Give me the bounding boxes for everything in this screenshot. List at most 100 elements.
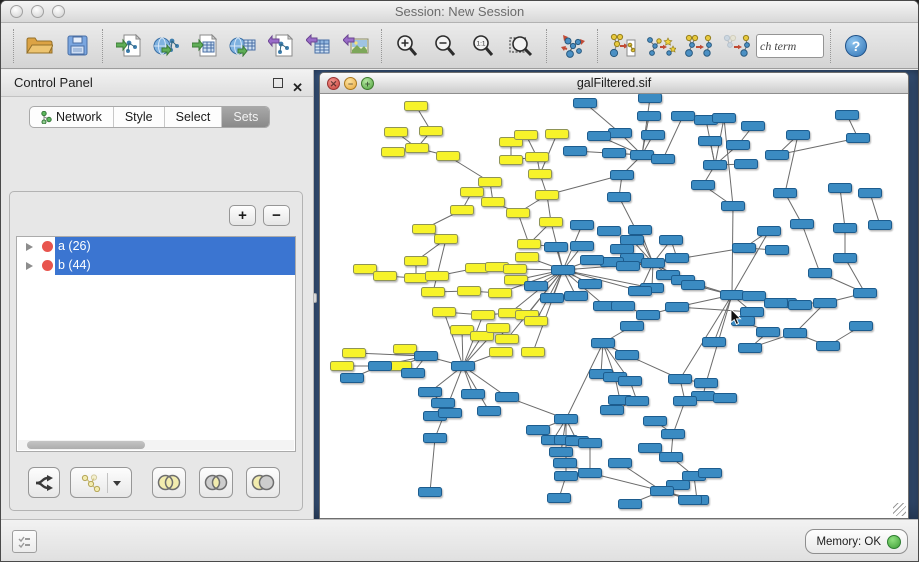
intersect-sets-button[interactable]	[199, 467, 233, 498]
network-node-blue[interactable]	[541, 294, 564, 303]
network-node-blue[interactable]	[579, 469, 602, 478]
tab-network[interactable]: Network	[30, 107, 114, 127]
network-node-blue[interactable]	[679, 496, 702, 505]
network-canvas-svg[interactable]	[320, 94, 908, 518]
expand-arrow-icon[interactable]	[26, 243, 33, 251]
dropdown-arrow-icon[interactable]	[112, 479, 122, 487]
import-network-file-button[interactable]	[109, 27, 147, 65]
network-node-blue[interactable]	[714, 394, 737, 403]
import-network-web-button[interactable]	[147, 27, 185, 65]
network-edge[interactable]	[840, 188, 845, 228]
network-node-blue[interactable]	[369, 362, 392, 371]
network-node-yellow[interactable]	[451, 206, 474, 215]
search-input[interactable]: ch term	[756, 34, 824, 58]
memory-status-button[interactable]: Memory: OK	[805, 529, 908, 554]
network-node-yellow[interactable]	[458, 287, 481, 296]
network-node-blue[interactable]	[662, 430, 685, 439]
network-node-blue[interactable]	[642, 131, 665, 140]
network-node-blue[interactable]	[637, 311, 660, 320]
network-node-blue[interactable]	[609, 459, 632, 468]
difference-sets-button[interactable]	[246, 467, 280, 498]
network-node-blue[interactable]	[704, 161, 727, 170]
network-node-blue[interactable]	[439, 409, 462, 418]
network-node-yellow[interactable]	[354, 265, 377, 274]
network-node-blue[interactable]	[789, 301, 812, 310]
network-node-blue[interactable]	[814, 299, 837, 308]
close-view-button[interactable]: ✕	[327, 77, 340, 90]
network-node-blue[interactable]	[626, 397, 649, 406]
network-node-blue[interactable]	[834, 254, 857, 263]
network-node-blue[interactable]	[432, 399, 455, 408]
import-table-web-button[interactable]	[223, 27, 261, 65]
network-node-blue[interactable]	[638, 112, 661, 121]
save-session-button[interactable]	[58, 27, 96, 65]
show-all-button[interactable]	[718, 27, 756, 65]
network-node-blue[interactable]	[565, 292, 588, 301]
network-node-blue[interactable]	[617, 262, 640, 271]
network-node-blue[interactable]	[478, 407, 501, 416]
task-monitor-button[interactable]	[12, 530, 37, 553]
network-node-yellow[interactable]	[489, 289, 512, 298]
network-node-blue[interactable]	[629, 287, 652, 296]
network-node-yellow[interactable]	[496, 335, 519, 344]
network-node-blue[interactable]	[669, 375, 692, 384]
close-window-button[interactable]	[10, 5, 23, 18]
network-node-blue[interactable]	[758, 227, 781, 236]
network-node-blue[interactable]	[743, 292, 766, 301]
network-node-blue[interactable]	[525, 282, 548, 291]
network-node-blue[interactable]	[733, 244, 756, 253]
add-set-button[interactable]: +	[229, 205, 256, 226]
network-node-blue[interactable]	[695, 379, 718, 388]
network-node-blue[interactable]	[672, 112, 695, 121]
zoom-window-button[interactable]	[52, 5, 65, 18]
network-node-blue[interactable]	[588, 132, 611, 141]
set-label[interactable]: b (44)	[55, 256, 295, 275]
network-node-blue[interactable]	[791, 220, 814, 229]
network-node-blue[interactable]	[452, 362, 475, 371]
network-node-blue[interactable]	[834, 224, 857, 233]
network-node-blue[interactable]	[545, 243, 568, 252]
network-node-yellow[interactable]	[526, 153, 549, 162]
network-node-yellow[interactable]	[406, 144, 429, 153]
network-node-blue[interactable]	[601, 406, 624, 415]
close-panel-icon[interactable]: ✕	[292, 75, 303, 101]
network-node-yellow[interactable]	[472, 311, 495, 320]
zoom-selected-region-button[interactable]	[502, 27, 540, 65]
network-node-yellow[interactable]	[522, 348, 545, 357]
network-node-yellow[interactable]	[331, 362, 354, 371]
network-node-blue[interactable]	[592, 339, 615, 348]
network-node-blue[interactable]	[462, 390, 485, 399]
network-node-yellow[interactable]	[500, 156, 523, 165]
create-set-from-network-button[interactable]	[70, 467, 132, 498]
network-edge[interactable]	[642, 98, 650, 155]
network-node-blue[interactable]	[552, 266, 575, 275]
network-node-yellow[interactable]	[482, 198, 505, 207]
network-node-blue[interactable]	[611, 171, 634, 180]
network-node-yellow[interactable]	[394, 345, 417, 354]
network-node-blue[interactable]	[660, 236, 683, 245]
network-node-yellow[interactable]	[382, 148, 405, 157]
network-node-blue[interactable]	[757, 328, 780, 337]
network-node-blue[interactable]	[579, 280, 602, 289]
network-node-blue[interactable]	[854, 289, 877, 298]
network-node-blue[interactable]	[609, 129, 632, 138]
tab-select[interactable]: Select	[165, 107, 223, 127]
network-node-blue[interactable]	[766, 151, 789, 160]
network-node-yellow[interactable]	[426, 272, 449, 281]
set-row-b[interactable]: b (44)	[17, 256, 295, 275]
minimize-view-button[interactable]: −	[344, 77, 357, 90]
network-node-blue[interactable]	[642, 259, 665, 268]
set-row-a[interactable]: a (26)	[17, 237, 295, 256]
help-button[interactable]: ?	[845, 35, 867, 57]
export-network-button[interactable]	[261, 27, 299, 65]
network-node-blue[interactable]	[741, 308, 764, 317]
network-edge[interactable]	[430, 438, 435, 492]
panel-divider-handle[interactable]	[314, 293, 317, 303]
export-image-button[interactable]	[337, 27, 375, 65]
network-node-yellow[interactable]	[405, 274, 428, 283]
network-window-titlebar[interactable]: ✕ − + galFiltered.sif	[320, 73, 908, 94]
network-node-blue[interactable]	[774, 189, 797, 198]
network-node-blue[interactable]	[727, 141, 750, 150]
network-node-blue[interactable]	[619, 500, 642, 509]
network-node-yellow[interactable]	[405, 257, 428, 266]
